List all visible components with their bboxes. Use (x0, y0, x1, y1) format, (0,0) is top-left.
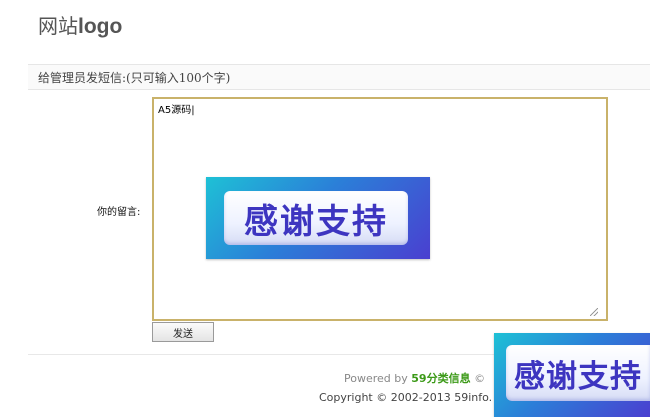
thanks-badge-corner-image: 感谢支持 (494, 333, 650, 417)
powered-prefix: Powered by (344, 372, 412, 385)
powered-brand-link[interactable]: 59分类信息 (411, 372, 470, 385)
site-logo[interactable]: 网站logo (38, 10, 122, 39)
notice-text: 给管理员发短信:(只可输入100个字) (38, 71, 231, 85)
thanks-badge-corner-text: 感谢支持 (506, 345, 650, 401)
thanks-badge-image: 感谢支持 (206, 177, 430, 259)
logo-cn-text: 网站 (38, 14, 78, 38)
notice-bar: 给管理员发短信:(只可输入100个字) (28, 64, 650, 90)
resize-grip-icon[interactable] (590, 308, 598, 316)
powered-suffix: © (470, 372, 486, 385)
send-button[interactable]: 发送 (152, 322, 214, 342)
thanks-badge-text: 感谢支持 (224, 191, 408, 245)
message-label: 你的留言: (97, 207, 141, 218)
logo-en-text: logo (78, 15, 123, 38)
footer-divider (28, 354, 494, 355)
footer-copyright: Copyright © 2002-2013 59info. (319, 391, 493, 404)
footer-powered-by: Powered by 59分类信息 © (344, 370, 485, 386)
